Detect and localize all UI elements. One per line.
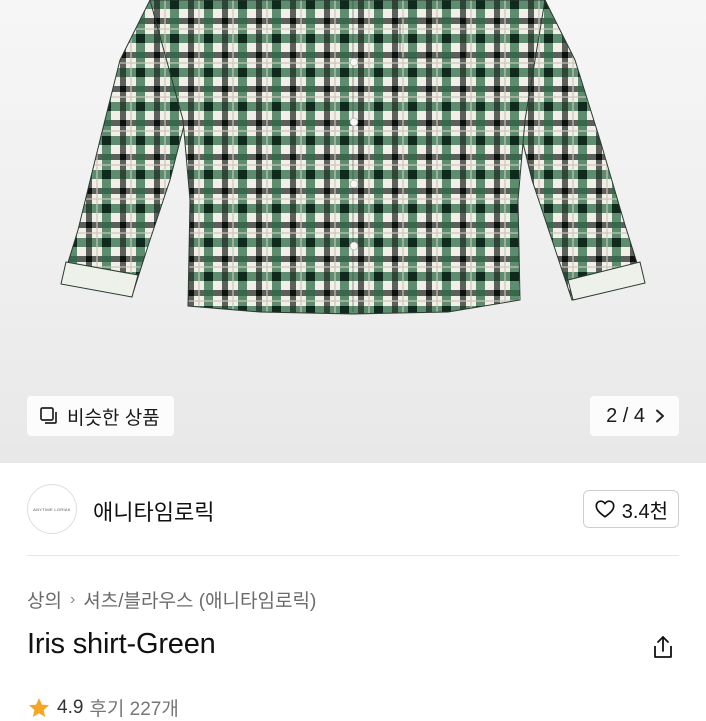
like-count: 3.4천 (621, 500, 668, 523)
breadcrumb-subcategory[interactable]: 셔츠/블라우스 (애니타임로릭) (83, 586, 316, 613)
brand-name[interactable]: 애니타임로릭 (93, 495, 214, 527)
share-icon[interactable] (650, 634, 676, 660)
product-image-shirt (60, 0, 646, 315)
image-page-indicator[interactable]: 2 / 4 (590, 396, 679, 436)
rating-row[interactable]: 4.9 후기 227개 (27, 694, 179, 721)
like-button[interactable]: 3.4천 (582, 490, 679, 528)
rating-score: 4.9 (57, 696, 84, 718)
breadcrumb-category[interactable]: 상의 (27, 586, 62, 613)
product-title: Iris shirt-Green (27, 628, 216, 660)
heart-icon (595, 500, 615, 518)
similar-products-button[interactable]: 비슷한 상품 (27, 396, 174, 436)
brand-logo[interactable]: ANYTIME LORIAK (27, 484, 77, 534)
chevron-right-icon: › (69, 590, 76, 608)
product-image-area[interactable]: 비슷한 상품 2 / 4 (0, 0, 706, 463)
page-indicator-text: 2 / 4 (606, 404, 645, 427)
review-count: 후기 227개 (89, 699, 179, 720)
similar-products-label: 비슷한 상품 (67, 407, 160, 429)
chevron-right-icon (656, 409, 664, 423)
star-icon (29, 697, 49, 717)
divider (27, 555, 679, 556)
breadcrumb: 상의 › 셔츠/블라우스 (애니타임로릭) (27, 586, 316, 613)
brand-logo-text: ANYTIME LORIAK (33, 506, 71, 512)
similar-products-icon (40, 407, 57, 424)
